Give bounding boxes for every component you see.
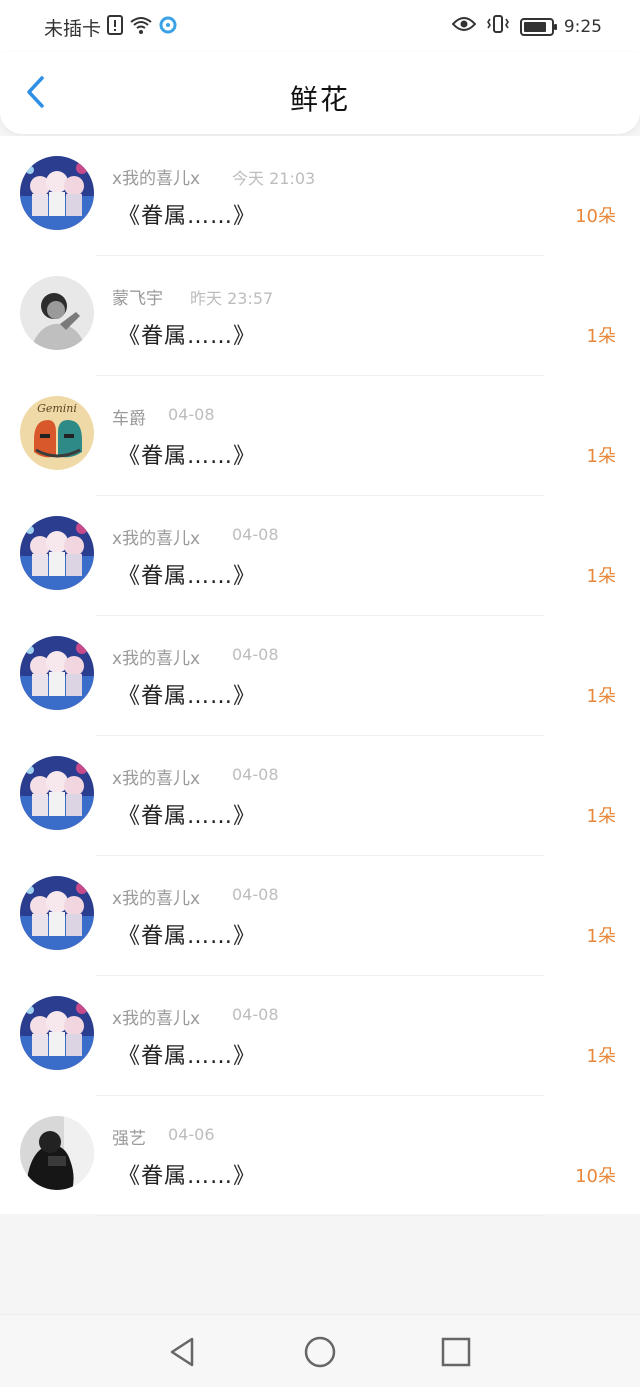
recents-square-icon[interactable] [439,1335,473,1369]
send-time: 昨天 23:57 [190,289,274,308]
home-circle-icon[interactable] [303,1335,337,1369]
row-divider [96,1215,544,1216]
gift-message: 《眷属……》 [118,444,257,469]
flower-count: 1朵 [586,326,616,347]
list-item[interactable]: x我的喜儿x 今天 21:03 《眷属……》 10朵 [0,136,640,256]
sender-name: x我的喜儿x [112,1009,201,1029]
app-header: 鲜花 [0,52,640,134]
avatar[interactable] [20,276,94,350]
flower-count: 1朵 [586,446,616,467]
avatar[interactable] [20,156,94,230]
flower-count: 1朵 [586,926,616,947]
gift-message: 《眷属……》 [118,1044,257,1069]
sender-name: 车爵 [112,409,146,429]
list-item[interactable]: x我的喜儿x 04-08 《眷属……》 1朵 [0,856,640,976]
send-time: 04-08 [168,405,215,424]
gift-message: 《眷属……》 [118,564,257,589]
avatar[interactable] [20,636,94,710]
send-time: 04-08 [232,885,279,904]
sender-name: x我的喜儿x [112,889,201,909]
vibrate-icon [486,14,510,39]
wifi-icon [129,15,153,40]
send-time: 04-08 [232,645,279,664]
gift-message: 《眷属……》 [118,1164,257,1189]
flower-count: 10朵 [575,1166,616,1187]
status-bar: 未插卡 9:25 [0,0,640,52]
gift-message: 《眷属……》 [118,924,257,949]
list-item[interactable]: x我的喜儿x 04-08 《眷属……》 1朵 [0,616,640,736]
gift-message: 《眷属……》 [118,684,257,709]
gift-message: 《眷属……》 [118,804,257,829]
list-item[interactable]: x我的喜儿x 04-08 《眷属……》 1朵 [0,736,640,856]
clock-text: 9:25 [563,16,602,37]
svg-text:Gemini: Gemini [37,402,77,415]
list-item[interactable]: 蒙飞宇 昨天 23:57 《眷属……》 1朵 [0,256,640,376]
send-time: 04-06 [168,1125,215,1144]
battery-icon [519,17,557,36]
page-title: 鲜花 [289,83,350,116]
list-item[interactable]: 强艺 04-06 《眷属……》 10朵 [0,1096,640,1216]
back-triangle-icon[interactable] [166,1335,200,1369]
eye-icon [451,16,477,37]
system-nav-bar [0,1314,640,1387]
gift-message: 《眷属……》 [118,324,257,349]
sender-name: x我的喜儿x [112,529,201,549]
battery-level [523,21,546,32]
sender-name: x我的喜儿x [112,649,201,669]
carrier-text: 未插卡 [44,18,102,40]
flower-count: 1朵 [586,1046,616,1067]
send-time: 今天 21:03 [232,169,316,188]
avatar[interactable] [20,756,94,830]
flower-count: 1朵 [586,806,616,827]
send-time: 04-08 [232,1005,279,1024]
sender-name: 强艺 [112,1129,146,1149]
avatar[interactable] [20,876,94,950]
sender-name: 蒙飞宇 [112,289,163,309]
sync-icon [159,16,177,39]
flower-count: 1朵 [586,686,616,707]
send-time: 04-08 [232,765,279,784]
send-time: 04-08 [232,525,279,544]
avatar[interactable] [20,516,94,590]
sender-name: x我的喜儿x [112,169,201,189]
list-item[interactable]: x我的喜儿x 04-08 《眷属……》 1朵 [0,496,640,616]
sender-name: x我的喜儿x [112,769,201,789]
flower-count: 1朵 [586,566,616,587]
status-right: 9:25 [451,14,602,39]
avatar[interactable] [20,1116,94,1190]
avatar[interactable]: Gemini [20,396,94,470]
flower-count: 10朵 [575,206,616,227]
list-item[interactable]: x我的喜儿x 04-08 《眷属……》 1朵 [0,976,640,1096]
flower-list: x我的喜儿x 今天 21:03 《眷属……》 10朵 蒙飞宇 昨天 23:57 《眷属……》… [0,136,640,1216]
status-left: 未插卡 [44,14,177,41]
sim-alert-icon [107,15,124,40]
gift-message: 《眷属……》 [118,204,257,229]
avatar[interactable] [20,996,94,1070]
list-item[interactable]: Gemini 车爵 04-08 《眷属……》 1朵 [0,376,640,496]
